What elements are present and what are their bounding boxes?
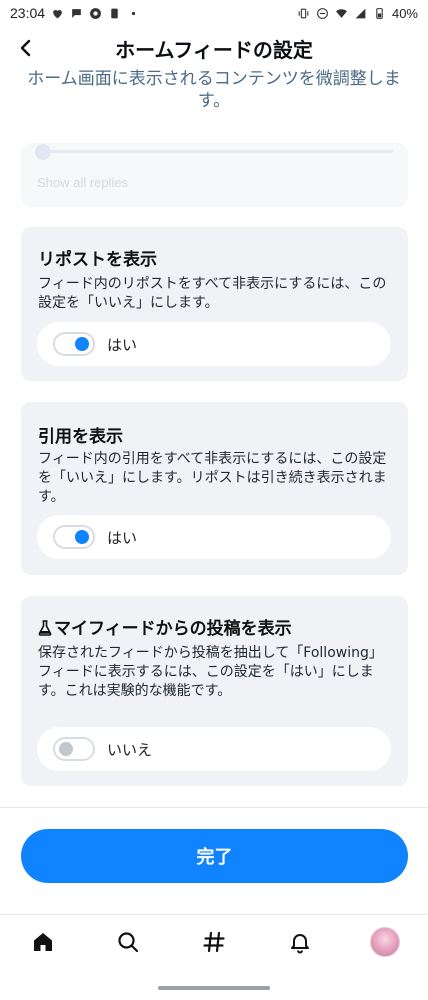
notifications-bell-icon [290,933,309,953]
battery-percent: 40% [391,5,418,21]
toggle-label: はい [107,335,138,354]
toggle-label: いいえ [107,740,153,759]
home-indicator[interactable] [158,986,270,990]
wifi-icon [336,8,347,18]
header: ホームフィードの設定 [0,28,428,68]
toggle-switch[interactable] [53,332,95,356]
dot-icon [131,11,136,15]
flask-icon [38,620,52,636]
page-subtitle: ホーム画面に表示されるコンテンツを微調整します。 [27,69,401,111]
sim-icon [111,8,118,18]
section-title-row: マイフィードからの投稿を表示 [38,614,292,639]
show-reposts-toggle[interactable]: はい [37,322,391,366]
show-my-feeds-posts-toggle[interactable]: いいえ [37,727,391,771]
toggle-switch[interactable] [53,737,95,761]
do-not-disturb-icon [317,7,328,19]
show-all-replies-label: Show all replies [37,175,129,190]
feeds-hash-icon [203,931,225,952]
search-icon [118,931,139,952]
done-button[interactable]: 完了 [21,829,408,883]
show-my-feeds-posts-card: マイフィードからの投稿を表示 保存されたフィードから投稿を抽出して「Follow… [21,596,408,786]
profile-avatar [370,926,401,957]
notification-icons [51,7,140,20]
toggle-label: はい [107,528,138,547]
status-bar: 23:04 40% [0,0,428,26]
signal-icon [355,8,366,18]
replies-slider-knob[interactable] [35,144,51,160]
replies-settings-card: Show all replies [21,143,408,207]
show-quotes-toggle[interactable]: はい [37,515,391,559]
bottom-tab-bar [0,914,428,968]
vibrate-icon [298,8,309,18]
home-icon [33,932,52,951]
back-button[interactable] [10,32,42,64]
tab-feeds[interactable] [192,920,236,964]
section-description: フィード内のリポストをすべて非表示にするには、この設定を「いいえ」にします。 [38,276,387,311]
chat-bubble-icon [72,8,81,18]
section-description: 保存されたフィードから投稿を抽出して「Following」フィードに表示するには… [38,645,383,699]
tab-profile[interactable] [363,920,407,964]
status-time: 23:04 [10,5,46,21]
tab-search[interactable] [106,920,150,964]
heart-icon [53,9,62,18]
page-title: ホームフィードの設定 [115,37,313,62]
tab-notifications[interactable] [278,920,322,964]
section-title: マイフィードからの投稿を表示 [54,619,292,639]
tab-home[interactable] [21,920,65,964]
section-description: フィード内の引用をすべて非表示にするには、この設定を「いいえ」にします。リポスト… [38,451,387,505]
show-quotes-card: 引用を表示 フィード内の引用をすべて非表示にするには、この設定を「いいえ」にしま… [21,402,408,575]
system-icons: 40% [297,6,418,21]
show-reposts-card: リポストを表示 フィード内のリポストをすべて非表示にするには、この設定を「いいえ… [21,227,408,381]
divider [0,807,428,808]
section-title: 引用を表示 [38,427,123,447]
chevron-left-icon [20,39,31,57]
toggle-switch[interactable] [53,525,95,549]
replies-slider[interactable] [37,150,393,153]
battery-icon [376,7,383,19]
section-title: リポストを表示 [38,250,157,270]
chrome-icon [90,7,101,19]
